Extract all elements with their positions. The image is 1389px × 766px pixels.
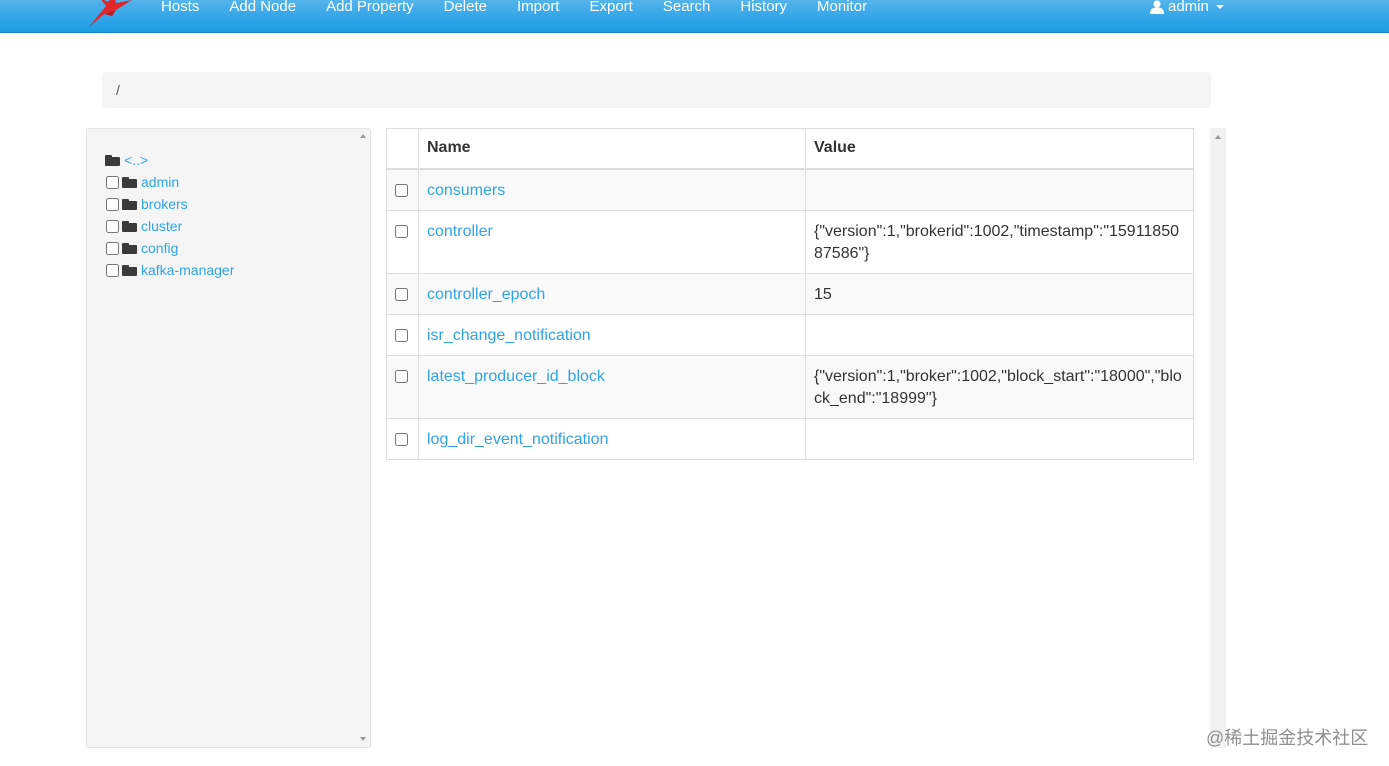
nav-history[interactable]: History [725, 0, 802, 33]
nav-delete[interactable]: Delete [429, 0, 502, 33]
value-cell: {"version":1,"broker":1002,"block_start"… [805, 354, 1194, 419]
table-row: controller_epoch 15 [386, 272, 1194, 315]
tree-item-brokers: brokers [105, 193, 234, 215]
tree-item-cluster: cluster [105, 215, 234, 237]
tree-item-checkbox[interactable] [106, 175, 119, 189]
watermark: @稀土掘金技术社区 [1206, 728, 1369, 748]
row-checkbox-cell [386, 209, 419, 274]
node-link[interactable]: controller [427, 223, 493, 240]
tree-item-parent: <..> [105, 149, 234, 171]
tree-panel[interactable]: <..> admin brokers cluster config kafka-… [86, 128, 371, 748]
tree-item-checkbox[interactable] [106, 219, 119, 233]
node-link[interactable]: latest_producer_id_block [427, 368, 605, 385]
row-checkbox[interactable] [395, 328, 408, 342]
tree-item-checkbox[interactable] [106, 263, 119, 277]
name-cell: log_dir_event_notification [418, 417, 806, 460]
tree-item-link[interactable]: config [141, 240, 178, 256]
tree-item-checkbox[interactable] [106, 241, 119, 255]
bird-logo-icon[interactable] [86, 0, 136, 30]
tree-item-link[interactable]: kafka-manager [141, 262, 234, 278]
node-link[interactable]: consumers [427, 182, 505, 199]
top-navbar: Hosts Add Node Add Property Delete Impor… [0, 0, 1389, 33]
tree-item-checkbox[interactable] [106, 197, 119, 211]
name-cell: controller_epoch [418, 272, 806, 315]
header-name[interactable]: Name [418, 128, 806, 170]
header-value[interactable]: Value [805, 128, 1194, 170]
row-checkbox-cell [386, 417, 419, 460]
tree-item-link[interactable]: admin [141, 174, 179, 190]
caret-down-icon [1215, 5, 1224, 9]
table-row: log_dir_event_notification [386, 417, 1194, 460]
nav-export[interactable]: Export [574, 0, 647, 33]
scroll-down-arrow-icon[interactable] [360, 737, 366, 741]
nav-monitor[interactable]: Monitor [802, 0, 882, 33]
row-checkbox-cell [386, 354, 419, 419]
folder-tree: <..> admin brokers cluster config kafka-… [105, 149, 234, 281]
row-checkbox[interactable] [395, 224, 408, 238]
name-cell: controller [418, 209, 806, 274]
nav-menu: Hosts Add Node Add Property Delete Impor… [146, 0, 882, 33]
node-link[interactable]: log_dir_event_notification [427, 431, 608, 448]
tree-item-link[interactable]: brokers [141, 196, 188, 212]
nav-add-node[interactable]: Add Node [214, 0, 311, 33]
row-checkbox-cell [386, 168, 419, 211]
scroll-up-arrow-icon[interactable] [1215, 135, 1221, 139]
folder-icon [122, 198, 137, 210]
table-row: isr_change_notification [386, 313, 1194, 356]
user-name: admin [1168, 0, 1209, 15]
parent-folder-link[interactable]: <..> [124, 152, 148, 168]
table-row: controller {"version":1,"brokerid":1002,… [386, 209, 1194, 274]
node-link[interactable]: controller_epoch [427, 286, 545, 303]
row-checkbox-cell [386, 272, 419, 315]
node-link[interactable]: isr_change_notification [427, 327, 591, 344]
value-cell [805, 417, 1194, 460]
value-cell [805, 313, 1194, 356]
row-checkbox[interactable] [395, 287, 408, 301]
header-checkbox-cell [386, 128, 419, 170]
scroll-up-arrow-icon[interactable] [360, 134, 366, 138]
node-table: Name Value consumers controller {"versio… [386, 128, 1194, 460]
user-icon [1150, 0, 1164, 14]
table-row: latest_producer_id_block {"version":1,"b… [386, 354, 1194, 419]
node-table-container: Name Value consumers controller {"versio… [386, 128, 1194, 460]
name-cell: latest_producer_id_block [418, 354, 806, 419]
folder-icon [122, 242, 137, 254]
name-cell: consumers [418, 168, 806, 211]
page-scrollbar[interactable] [1210, 128, 1226, 748]
nav-import[interactable]: Import [502, 0, 575, 33]
value-cell: {"version":1,"brokerid":1002,"timestamp"… [805, 209, 1194, 274]
tree-item-config: config [105, 237, 234, 259]
name-cell: isr_change_notification [418, 313, 806, 356]
folder-icon [122, 220, 137, 232]
folder-icon [122, 176, 137, 188]
value-cell [805, 168, 1194, 211]
row-checkbox-cell [386, 313, 419, 356]
breadcrumb: / [102, 72, 1211, 108]
value-cell: 15 [805, 272, 1194, 315]
table-row: consumers [386, 168, 1194, 211]
folder-icon [122, 264, 137, 276]
tree-item-admin: admin [105, 171, 234, 193]
row-checkbox[interactable] [395, 369, 408, 383]
folder-icon [105, 154, 120, 166]
row-checkbox[interactable] [395, 432, 408, 446]
nav-search[interactable]: Search [648, 0, 726, 33]
nav-add-property[interactable]: Add Property [311, 0, 429, 33]
breadcrumb-path: / [116, 82, 120, 98]
table-header-row: Name Value [386, 128, 1194, 170]
row-checkbox[interactable] [395, 183, 408, 197]
tree-item-link[interactable]: cluster [141, 218, 182, 234]
tree-item-kafka-manager: kafka-manager [105, 259, 234, 281]
user-dropdown[interactable]: admin [1150, 0, 1224, 14]
nav-hosts[interactable]: Hosts [146, 0, 214, 33]
